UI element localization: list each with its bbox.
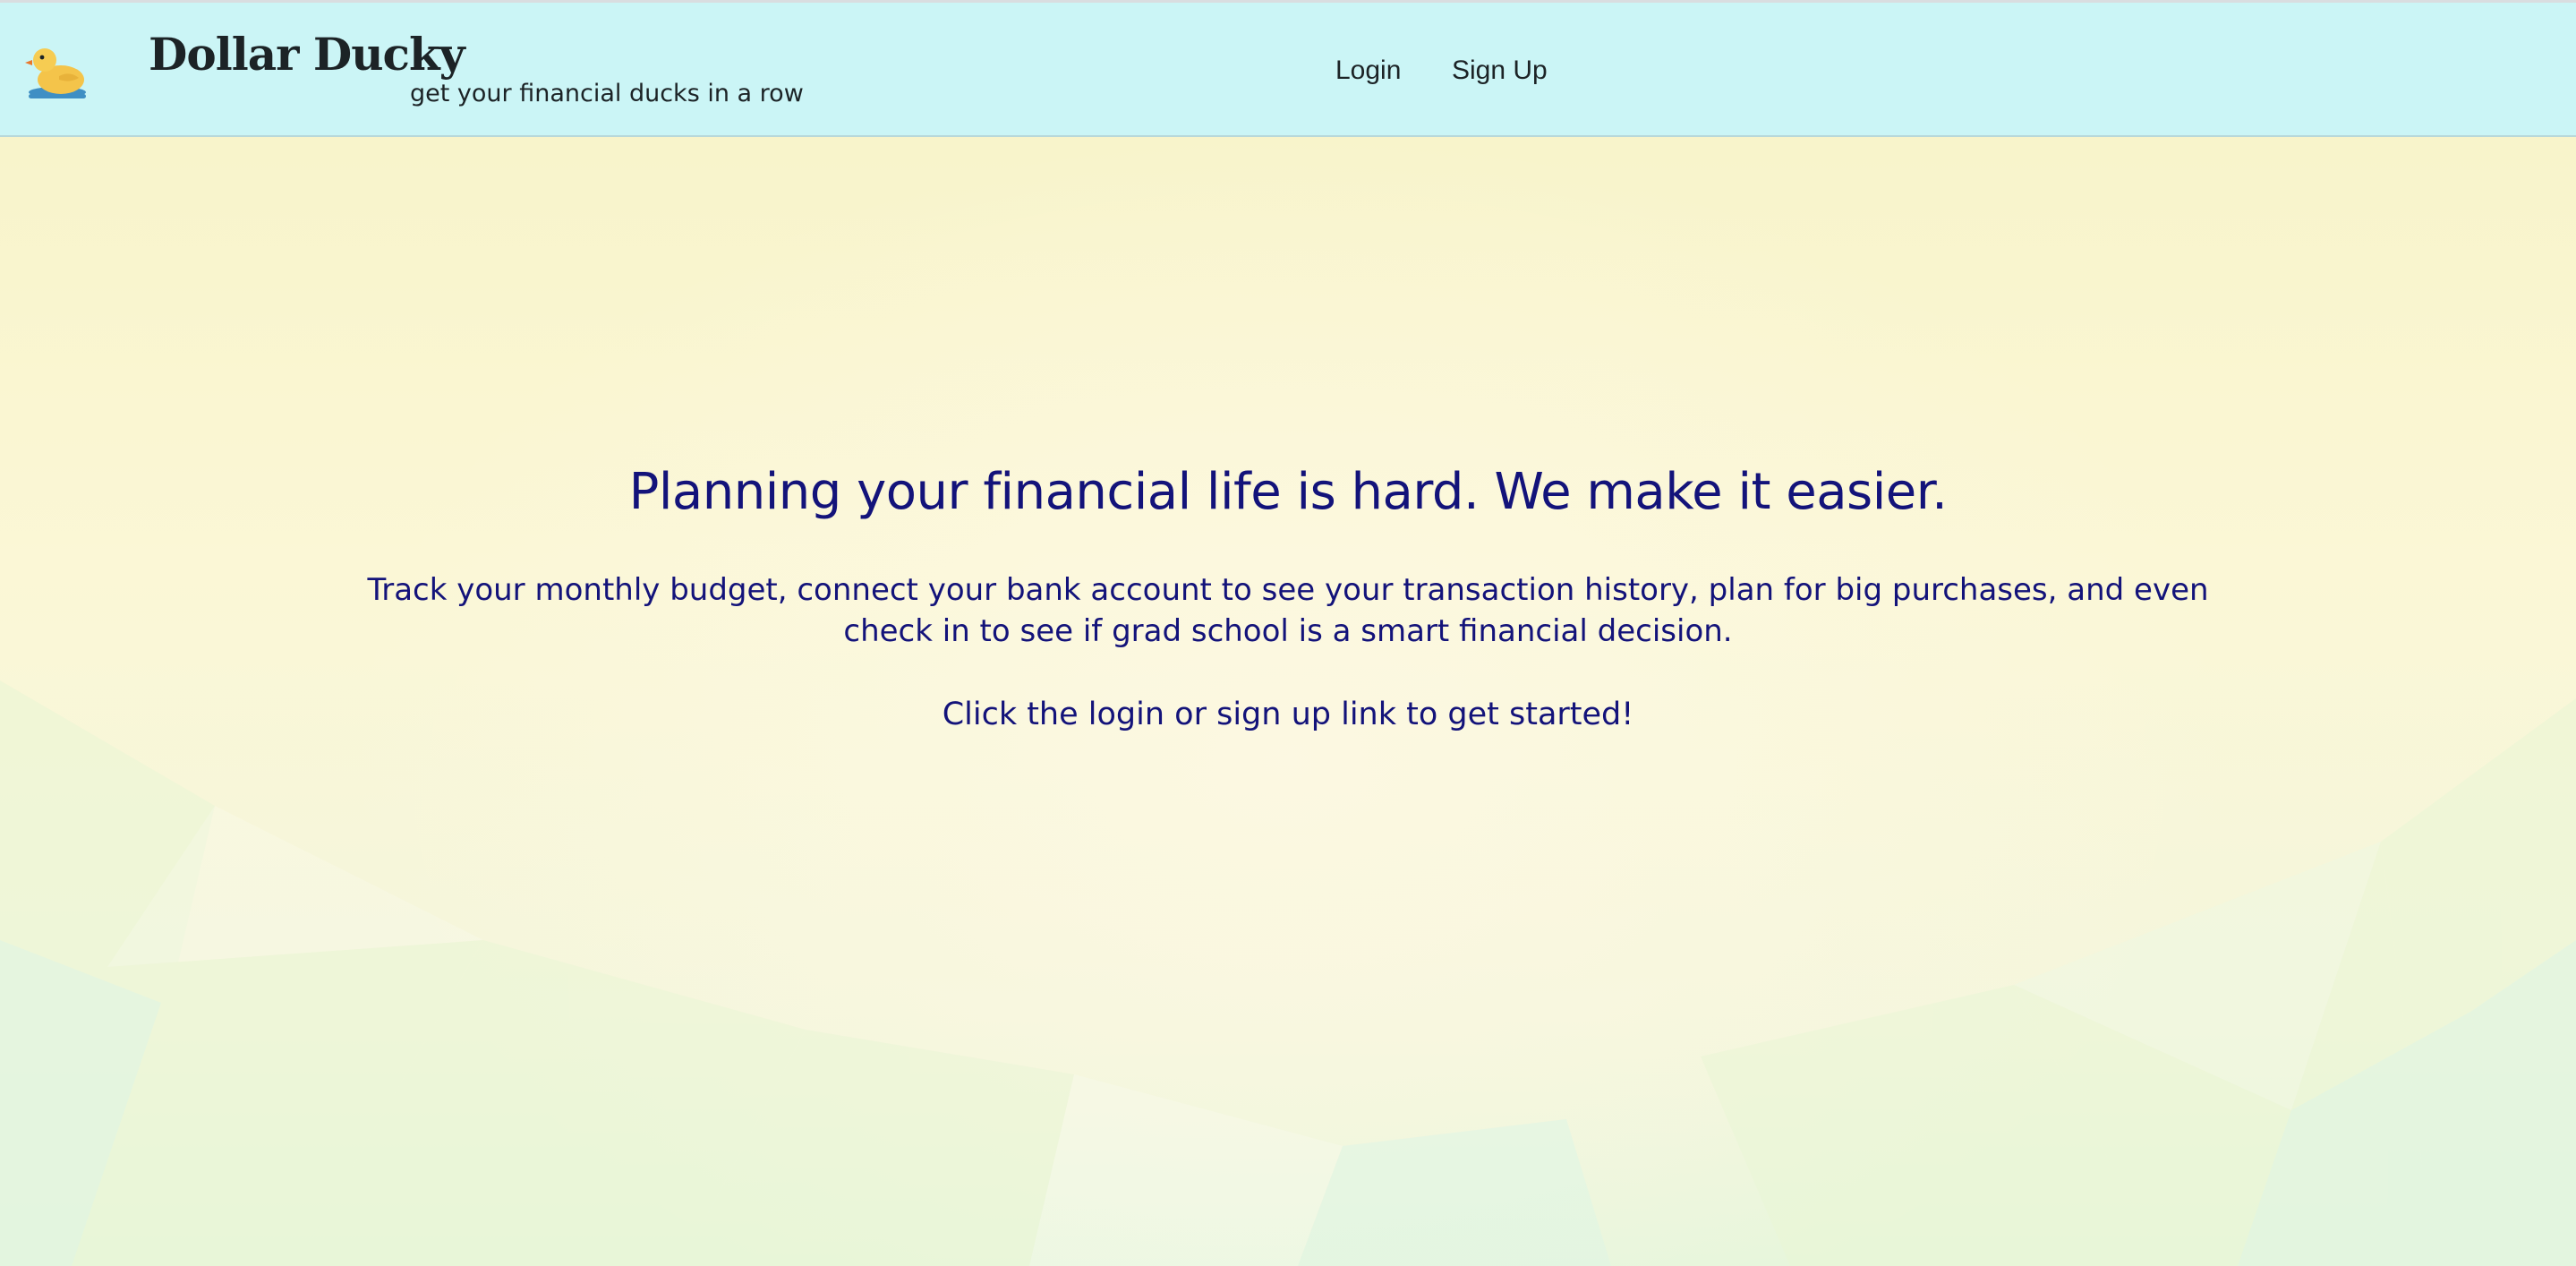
rubber-duck-icon[interactable]: [23, 40, 90, 103]
hero-title: Planning your financial life is hard. We…: [628, 463, 1948, 521]
login-link[interactable]: Login: [1335, 56, 1401, 86]
hero-call-to-action: Click the login or sign up link to get s…: [942, 697, 1634, 732]
navbar: Dollar Ducky get your financial ducks in…: [0, 3, 2576, 137]
brand-tagline: get your financial ducks in a row: [410, 80, 804, 107]
hero-description: Track your monthly budget, connect your …: [367, 572, 2209, 649]
sign-up-link[interactable]: Sign Up: [1452, 56, 1548, 86]
brand-name[interactable]: Dollar Ducky: [149, 28, 465, 81]
hero-section: Planning your financial life is hard. We…: [0, 448, 2576, 736]
